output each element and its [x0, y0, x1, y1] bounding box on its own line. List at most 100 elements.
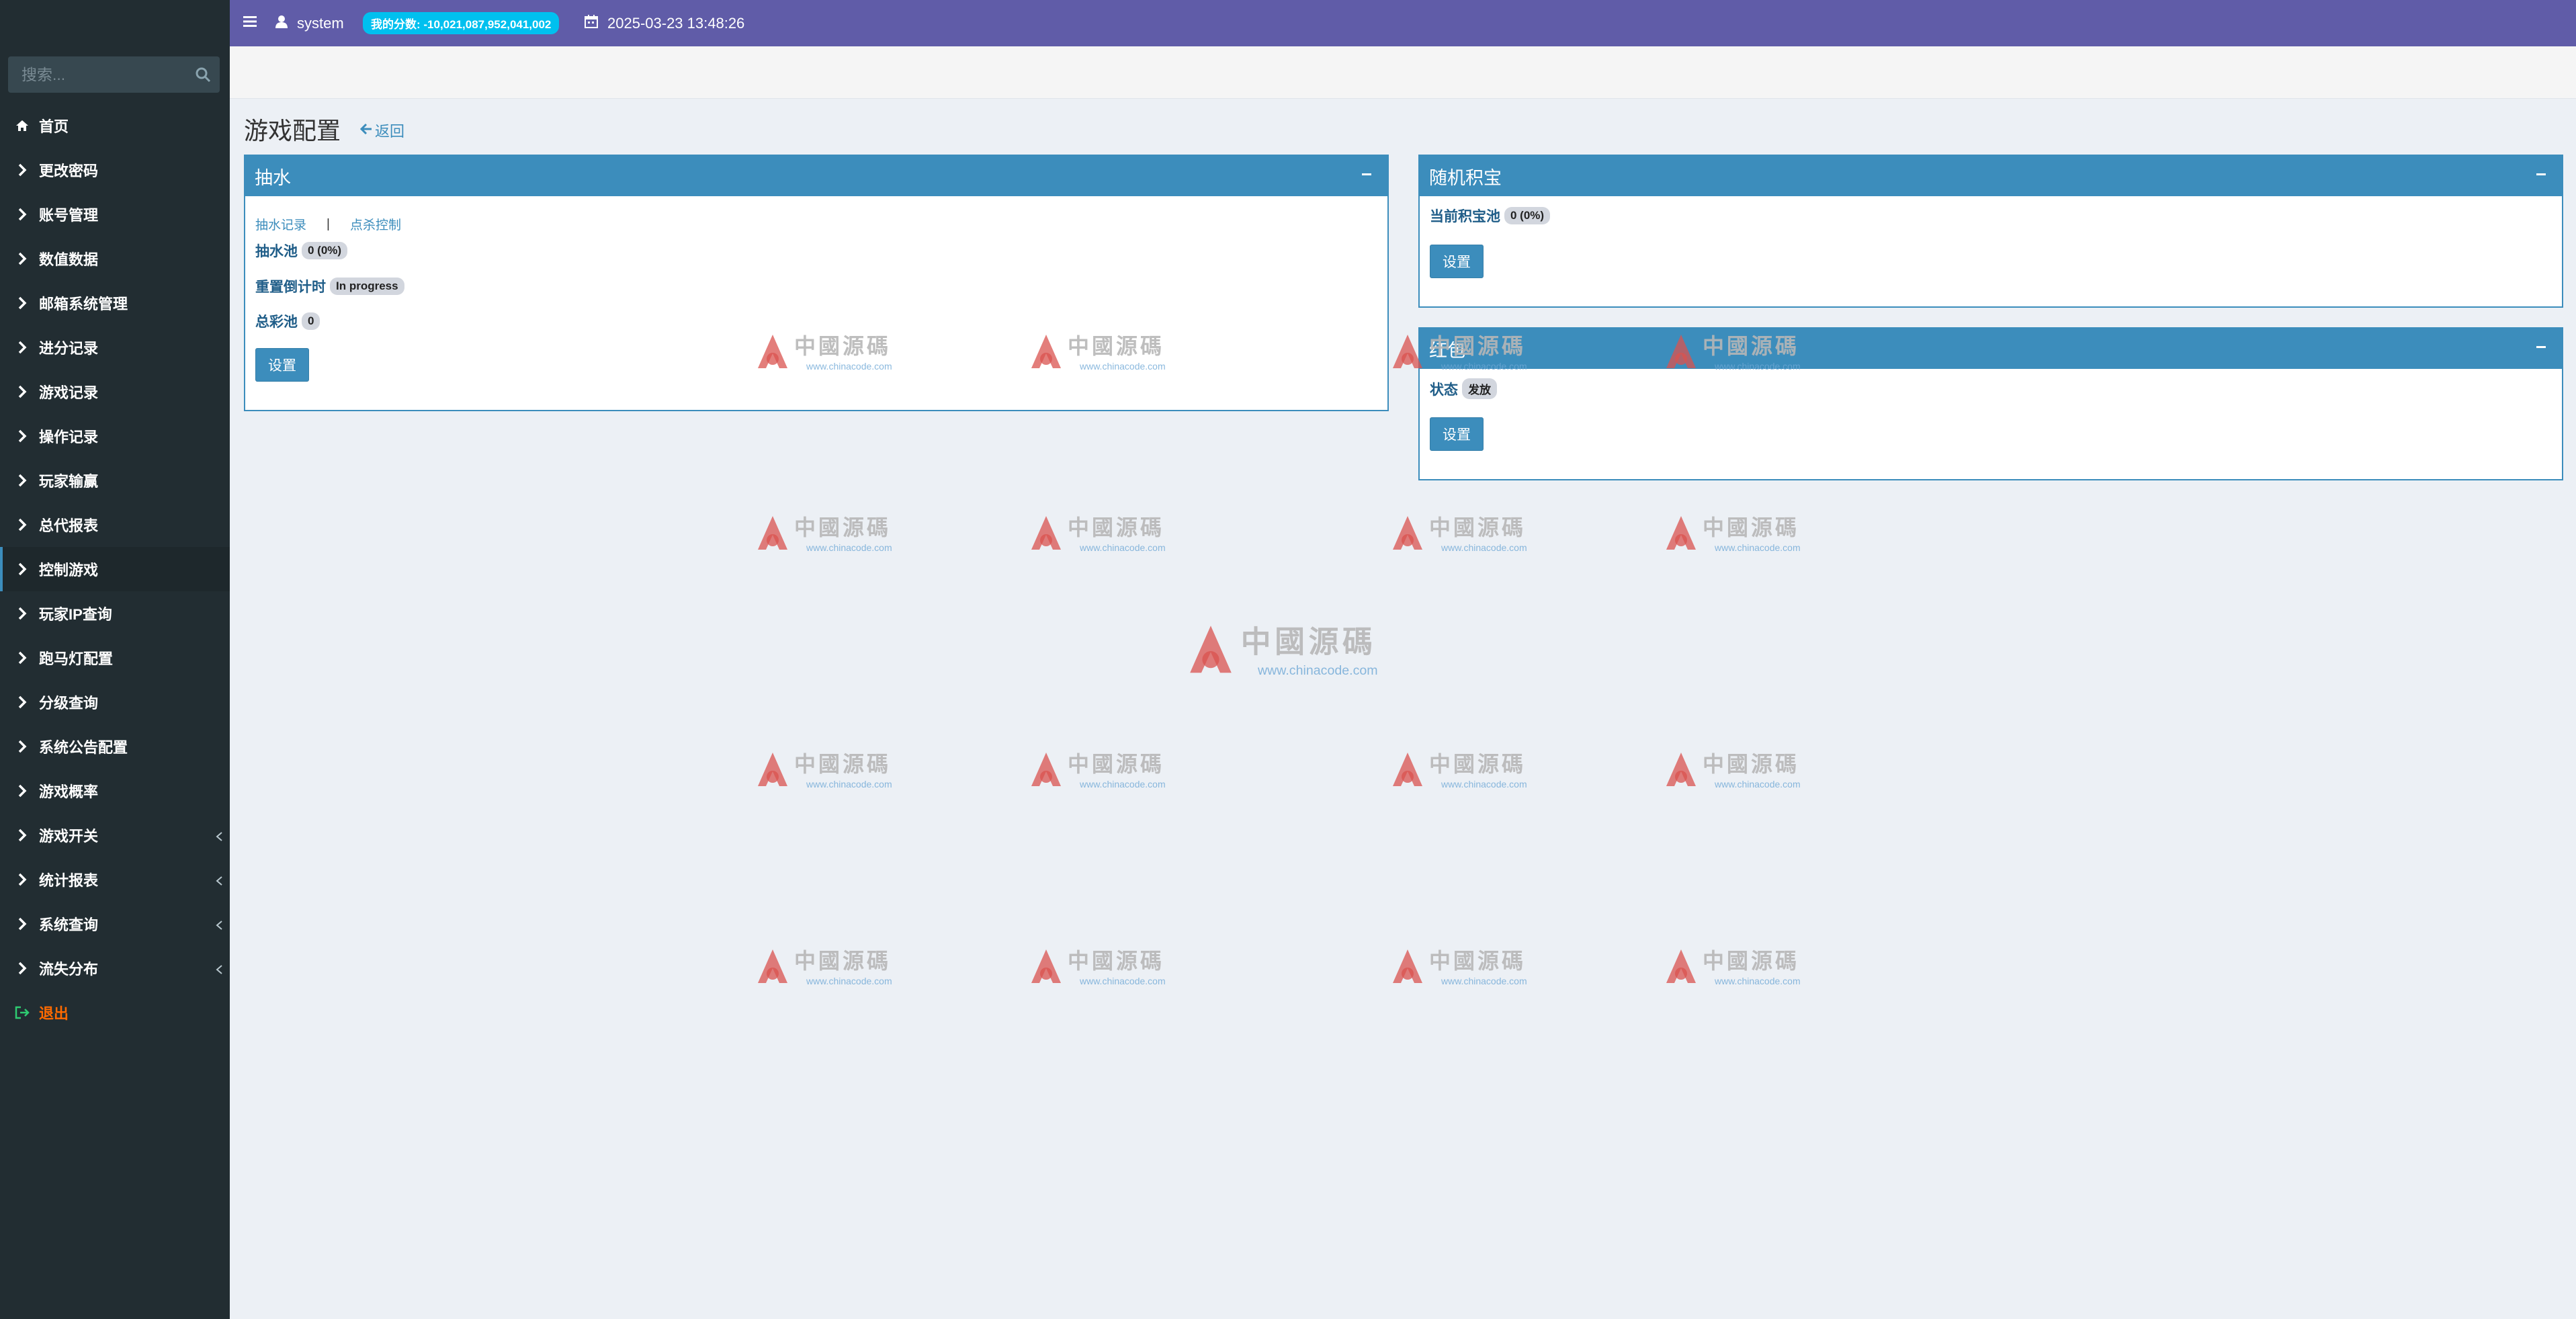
sidebar-item[interactable]: 跑马灯配置: [0, 636, 230, 680]
watermark-logo: 中國源碼 www.chinacode.com: [1661, 944, 1822, 991]
pump-settings-button[interactable]: 设置: [255, 348, 309, 382]
sidebar-item[interactable]: 控制游戏: [0, 547, 230, 591]
treasure-pool-value: 0 (0%): [1504, 207, 1551, 224]
redpacket-status-value: 发放: [1462, 378, 1497, 399]
sidebar-item-label: 进分记录: [39, 340, 99, 357]
hamburger-icon[interactable]: [243, 15, 258, 32]
menu-toggle-button[interactable]: [243, 0, 258, 46]
svg-text:www.chinacode.com: www.chinacode.com: [1257, 663, 1378, 678]
chevron-right-icon: [15, 961, 30, 976]
svg-text:www.chinacode.com: www.chinacode.com: [1079, 779, 1166, 790]
svg-text:www.chinacode.com: www.chinacode.com: [1441, 361, 1527, 372]
jackpot-value: 0: [302, 312, 320, 330]
chevron-right-icon: [15, 917, 30, 931]
sidebar-item-label: 跑马灯配置: [39, 650, 114, 667]
svg-text:www.chinacode.com: www.chinacode.com: [1714, 542, 1801, 553]
sidebar-item[interactable]: 账号管理: [0, 192, 230, 237]
pump-records-link[interactable]: 抽水记录: [255, 215, 306, 233]
collapse-icon[interactable]: [2534, 165, 2548, 180]
svg-text:中國源碼: 中國源碼: [1703, 751, 1799, 777]
content-toolbar: [230, 46, 2576, 99]
chevron-right-icon: [15, 650, 30, 665]
sidebar-item-label: 流失分布: [39, 961, 99, 978]
sidebar-item-label: 更改密码: [39, 163, 99, 179]
svg-text:www.chinacode.com: www.chinacode.com: [1079, 542, 1166, 553]
redpacket-settings-button[interactable]: 设置: [1430, 417, 1484, 451]
chevron-right-icon: [15, 296, 30, 310]
user-menu[interactable]: system: [275, 0, 344, 46]
watermark-logo: 中國源碼 www.chinacode.com: [1387, 944, 1549, 991]
arrow-left-icon: [359, 122, 372, 139]
chevron-left-icon: [215, 962, 224, 974]
svg-text:中國源碼: 中國源碼: [794, 333, 891, 359]
watermark-logo: 中國源碼 www.chinacode.com: [1026, 944, 1187, 991]
svg-text:中國源碼: 中國源碼: [1429, 333, 1526, 359]
chevron-right-icon: [15, 384, 30, 399]
sidebar-item[interactable]: 退出: [0, 990, 230, 1035]
chevron-right-icon: [15, 872, 30, 887]
watermark-logo: 中國源碼 www.chinacode.com: [753, 944, 914, 991]
sidebar-item-label: 总代报表: [39, 517, 99, 534]
sidebar-item[interactable]: 系统公告配置: [0, 724, 230, 769]
svg-text:www.chinacode.com: www.chinacode.com: [1714, 361, 1801, 372]
back-link[interactable]: 返回: [359, 120, 404, 141]
sidebar-item[interactable]: 游戏概率: [0, 769, 230, 813]
svg-text:www.chinacode.com: www.chinacode.com: [806, 779, 892, 790]
chevron-left-icon: [215, 874, 224, 886]
sidebar-item[interactable]: 数值数据: [0, 237, 230, 281]
sidebar-item[interactable]: 进分记录: [0, 325, 230, 370]
sign-out-icon: [15, 1005, 30, 1020]
link-separator: |: [327, 216, 330, 231]
svg-text:www.chinacode.com: www.chinacode.com: [806, 542, 892, 553]
chevron-right-icon: [15, 562, 30, 577]
jackpot-label: 总彩池: [255, 314, 298, 330]
sidebar-item[interactable]: 统计报表: [0, 857, 230, 902]
chevron-right-icon: [15, 739, 30, 754]
sidebar-item[interactable]: 首页: [0, 103, 230, 148]
score-badge-wrap: 我的分数: -10,021,087,952,041,002: [363, 0, 560, 46]
sidebar-item-label: 统计报表: [39, 872, 99, 889]
sidebar-item-label: 玩家IP查询: [39, 606, 112, 623]
sidebar-item[interactable]: 系统查询: [0, 902, 230, 946]
sidebar-item[interactable]: 分级查询: [0, 680, 230, 724]
svg-text:www.chinacode.com: www.chinacode.com: [1441, 976, 1527, 986]
sidebar-item[interactable]: 玩家IP查询: [0, 591, 230, 636]
chevron-right-icon: [15, 517, 30, 532]
sidebar-item[interactable]: 游戏记录: [0, 370, 230, 414]
chevron-right-icon: [15, 828, 30, 843]
watermark-logo: 中國源碼 www.chinacode.com: [1661, 511, 1822, 558]
home-icon: [15, 118, 30, 133]
sidebar-item[interactable]: 游戏开关: [0, 813, 230, 857]
collapse-icon[interactable]: [1359, 165, 1374, 180]
search-icon[interactable]: [194, 66, 212, 83]
pump-panel-header: 抽水: [245, 156, 1387, 196]
redpacket-panel: 红包 状态 发放 设置: [1418, 327, 2563, 480]
sidebar-item[interactable]: 操作记录: [0, 414, 230, 458]
datetime-display: 2025-03-23 13:48:26: [585, 0, 744, 46]
svg-text:中國源碼: 中國源碼: [1068, 515, 1164, 540]
sidebar-item-label: 游戏记录: [39, 384, 99, 401]
svg-text:中國源碼: 中國源碼: [1068, 751, 1164, 777]
collapse-icon[interactable]: [2534, 338, 2548, 353]
svg-text:www.chinacode.com: www.chinacode.com: [1079, 976, 1166, 986]
sidebar-item[interactable]: 邮箱系统管理: [0, 281, 230, 325]
score-badge: 我的分数: -10,021,087,952,041,002: [363, 12, 560, 34]
pump-pool-value: 0 (0%): [302, 242, 348, 259]
svg-text:中國源碼: 中國源碼: [1429, 515, 1526, 540]
sidebar-item[interactable]: 总代报表: [0, 503, 230, 547]
chevron-left-icon: [215, 918, 224, 930]
sidebar-item-label: 数值数据: [39, 251, 99, 268]
watermark-logo: 中國源碼 www.chinacode.com: [1661, 747, 1822, 794]
treasure-settings-button[interactable]: 设置: [1430, 245, 1484, 278]
sidebar-item-label: 操作记录: [39, 429, 99, 445]
svg-text:中國源碼: 中國源碼: [1703, 333, 1799, 359]
kill-control-link[interactable]: 点杀控制: [350, 215, 401, 233]
search-input[interactable]: [8, 56, 189, 93]
sidebar-item[interactable]: 更改密码: [0, 148, 230, 192]
sidebar-item[interactable]: 玩家输赢: [0, 458, 230, 503]
sidebar-item-label: 邮箱系统管理: [39, 296, 128, 312]
sidebar-item-label: 系统查询: [39, 917, 99, 933]
sidebar-item-label: 游戏开关: [39, 828, 99, 845]
svg-text:www.chinacode.com: www.chinacode.com: [1714, 779, 1801, 790]
sidebar-item[interactable]: 流失分布: [0, 946, 230, 990]
